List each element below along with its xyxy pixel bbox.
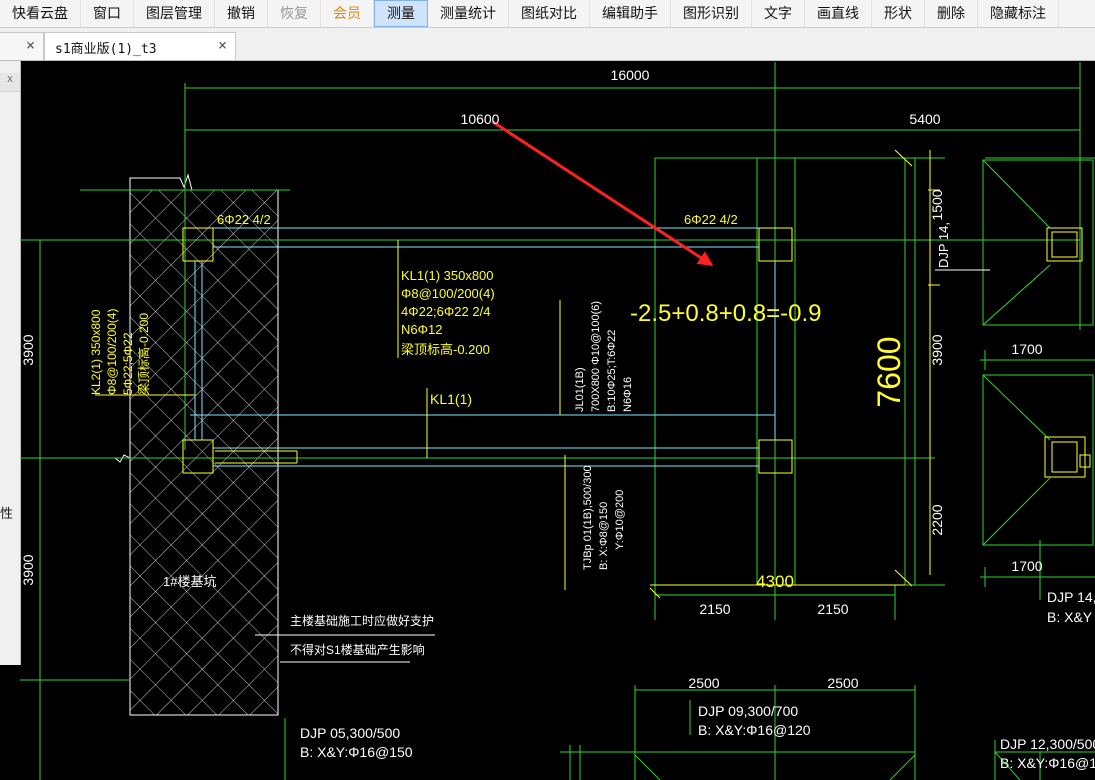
left-side-panel: x 性 (0, 61, 21, 665)
tab-close-icon[interactable]: × (218, 36, 227, 54)
dim-4300: 4300 (756, 572, 794, 591)
menu-item-8[interactable]: 图纸对比 (509, 0, 590, 27)
break-line (129, 173, 290, 191)
menu-item-10[interactable]: 图形识别 (671, 0, 752, 27)
foundation-pit-label: 1#楼基坑 (163, 574, 216, 589)
note-line-1: 主楼基础施工时应做好支护 (290, 613, 434, 628)
kl1-line-3: 4Φ22;6Φ22 2/4 (401, 304, 490, 319)
kl2-line-2: Φ8@100/200(4) (105, 309, 119, 395)
kl1-line-4: N6Φ12 (401, 322, 442, 337)
menu-item-14[interactable]: 删除 (925, 0, 978, 27)
note-line-2: 不得对S1楼基础产生影响 (290, 642, 425, 657)
kl1-line-2: Φ8@100/200(4) (401, 286, 495, 301)
foundation-pit-hatch (129, 189, 279, 716)
djp05-label: DJP 05,300/500 (300, 725, 400, 741)
tjbp-line-1: TJBp 01(1B),500/300 (582, 465, 594, 570)
dim-2150-b: 2150 (817, 601, 848, 617)
menu-item-7[interactable]: 测量统计 (428, 0, 509, 27)
djp14-spec: B: X&Y (1047, 609, 1093, 625)
dim-left-lower: 3900 (20, 554, 36, 585)
dim-left: 10600 (461, 111, 500, 127)
kl1-line-5: 梁顶标高-0.200 (401, 342, 490, 357)
tab-previous[interactable]: × (0, 32, 44, 60)
kl1-short-label: KL1(1) (430, 391, 472, 407)
tjbp-line-3: Y:Φ10@200 (614, 490, 626, 550)
menu-item-12[interactable]: 画直线 (805, 0, 872, 27)
jl01-line-3: B:10Φ25;T:6Φ22 (606, 330, 618, 412)
document-tab-bar: × s1商业版(1)_t3 × (0, 28, 1095, 61)
djp14-label: DJP 14, (1047, 589, 1095, 605)
menu-item-2[interactable]: 图层管理 (134, 0, 215, 27)
tab-title: s1商业版(1)_t3 (55, 42, 157, 57)
djp09-label: DJP 09,300/700 (698, 703, 798, 719)
menu-item-1[interactable]: 窗口 (81, 0, 134, 27)
jl01-line-2: 700X800 Φ10@100(6) (590, 301, 602, 412)
menu-item-11[interactable]: 文字 (752, 0, 805, 27)
jl01-label-group: JL01(1B) 700X800 Φ10@100(6) B:10Φ25;T:6Φ… (574, 301, 634, 412)
dim-left-upper: 3900 (20, 334, 36, 365)
jl01-line-4: N6Φ16 (622, 377, 634, 412)
djp05-spec: B: X&Y:Φ16@150 (300, 744, 413, 760)
tab-active-drawing[interactable]: s1商业版(1)_t3 × (44, 32, 236, 60)
menu-item-13[interactable]: 形状 (872, 0, 925, 27)
dim-total: 16000 (611, 67, 650, 83)
top-toolbar: 快看云盘 窗口 图层管理 撤销 恢复 会员 测量 测量统计 图纸对比 编辑助手 图形识别 文字 画直线形… (0, 0, 1095, 28)
measure-calculation: -2.5+0.8+0.8=-0.9 (630, 300, 821, 327)
djp12-label: DJP 12,300/500 (1000, 736, 1095, 752)
dim-side-bottom: 2200 (929, 504, 945, 535)
kl1-line-1: KL1(1) 350x800 (401, 268, 494, 283)
menu-item-5[interactable]: 会员 (321, 0, 374, 27)
kl2-line-3: 5Φ22;5Φ22 (121, 332, 135, 395)
djp09-spec: B: X&Y:Φ16@120 (698, 722, 811, 738)
menu-item-0[interactable]: 快看云盘 (0, 0, 81, 27)
panel-text: 性 (0, 506, 14, 521)
dim-2500-a: 2500 (688, 675, 719, 691)
menu-item-3[interactable]: 撤销 (215, 0, 268, 27)
dim-2500-b: 2500 (827, 675, 858, 691)
kl2-label-group: KL2(1) 350x800 Φ8@100/200(4) 5Φ22;5Φ22 梁… (89, 309, 151, 395)
kl2-line-4: 梁顶标高-0.200 (136, 313, 151, 395)
tjbp-line-2: B: X:Φ8@150 (598, 502, 610, 570)
dim-2150-a: 2150 (699, 601, 730, 617)
djp12-spec: B: X&Y:Φ16@150 (1000, 755, 1095, 771)
djp14-vertical-label: DJP 14, (936, 222, 951, 268)
tjbp-label-group: TJBp 01(1B),500/300 B: X:Φ8@150 Y:Φ10@20… (582, 465, 626, 570)
dim-right: 5400 (909, 111, 940, 127)
menu-item-15[interactable]: 隐藏标注 (978, 0, 1059, 27)
jl01-line-1: JL01(1B) (574, 367, 586, 412)
tab-close-icon[interactable]: × (26, 36, 35, 54)
menu-item-9[interactable]: 编辑助手 (590, 0, 671, 27)
menu-item-6[interactable]: 测量 (374, 0, 428, 27)
beam-top-right-label: 6Φ22 4/2 (684, 212, 738, 227)
red-arrow (492, 120, 714, 267)
column-markers (182, 227, 1091, 478)
cad-drawing-canvas[interactable]: 16000 10600 5400 1500 3900 2200 3900 390… (20, 61, 1095, 780)
menu-item-4[interactable]: 恢复 (268, 0, 321, 27)
beam-top-left-label: 6Φ22 4/2 (217, 212, 271, 227)
dim-side-top: 1500 (929, 189, 945, 220)
dim-1700-a: 1700 (1011, 341, 1042, 357)
dim-1700-b: 1700 (1011, 558, 1042, 574)
kl2-line-1: KL2(1) 350x800 (89, 309, 103, 395)
dim-side-mid: 3900 (929, 334, 945, 365)
dim-7600: 7600 (871, 336, 907, 407)
panel-close-icon[interactable]: x (0, 73, 20, 92)
